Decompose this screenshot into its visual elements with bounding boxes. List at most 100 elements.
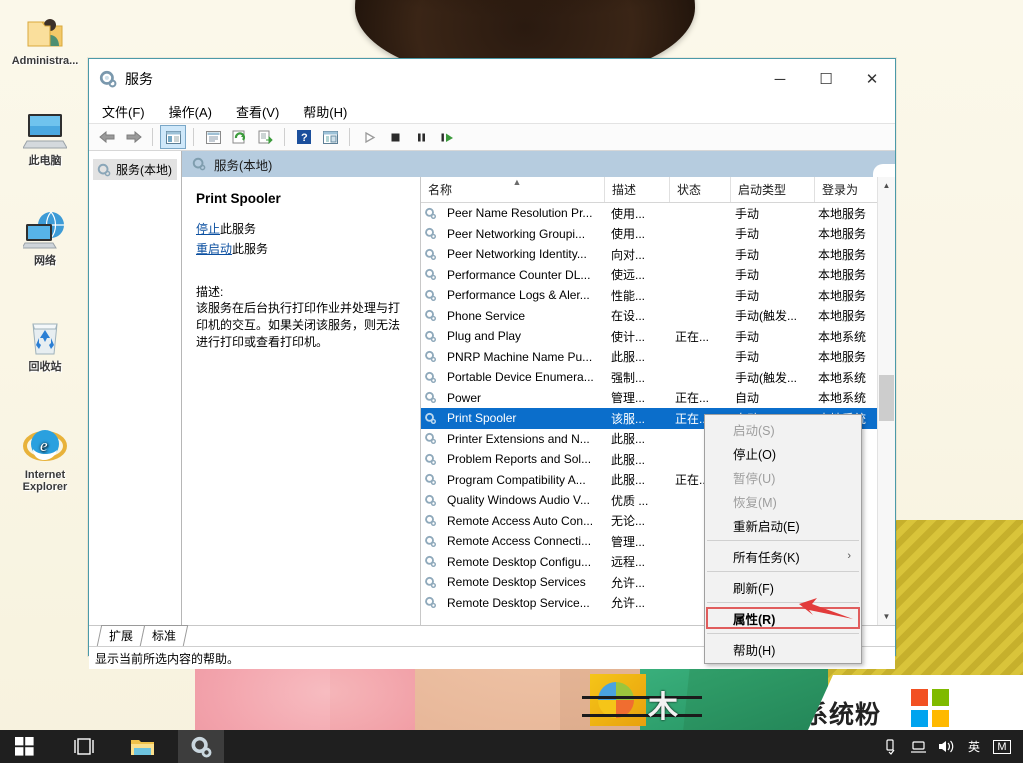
menu-file[interactable]: 文件(F) — [99, 100, 148, 123]
column-header-1[interactable]: 描述 — [605, 177, 670, 202]
context-menu-item: 启动(S) — [705, 417, 861, 441]
table-row[interactable]: Plug and Play 使计... 正在... 手动 本地系统 — [421, 326, 895, 347]
tab-label: 标准 — [152, 629, 177, 643]
show-action-pane-icon[interactable] — [318, 126, 342, 148]
service-description: 使计... — [611, 329, 646, 344]
results-pane-title: 服务(本地) — [214, 158, 273, 173]
table-row[interactable]: PNRP Machine Name Pu... 此服... 手动 本地服务 — [421, 347, 895, 368]
menu-separator — [707, 571, 859, 572]
export-list-icon[interactable] — [253, 126, 277, 148]
show-tree-icon[interactable] — [160, 125, 186, 149]
usb-eject-icon[interactable] — [877, 730, 903, 763]
service-startup-type: 手动 — [735, 227, 760, 242]
menu-action[interactable]: 操作(A) — [166, 100, 215, 123]
volume-icon[interactable] — [933, 730, 959, 763]
close-button[interactable]: ✕ — [849, 59, 895, 99]
desktop-icon-administrator[interactable]: Administra... — [2, 6, 88, 68]
services-gear-icon — [97, 163, 111, 176]
refresh-icon[interactable] — [227, 126, 251, 148]
scroll-thumb[interactable] — [879, 375, 894, 421]
network-icon[interactable] — [905, 730, 931, 763]
service-startup-type: 手动(触发... — [735, 309, 797, 324]
network-globe-icon — [2, 206, 88, 252]
forward-arrow-icon[interactable] — [121, 126, 145, 148]
task-view-button[interactable] — [62, 730, 106, 763]
back-arrow-icon[interactable] — [95, 126, 119, 148]
column-header-2[interactable]: 状态 — [670, 177, 731, 202]
scroll-down-button[interactable]: ▼ — [878, 608, 895, 625]
desktop-icon-network[interactable]: 网络 — [2, 206, 88, 268]
help-icon[interactable]: ? — [292, 126, 316, 148]
list-vertical-scrollbar[interactable]: ▲ ▼ — [877, 177, 895, 625]
desktop-icon-this-pc[interactable]: 此电脑 — [2, 106, 88, 168]
table-row[interactable]: Peer Networking Identity... 向对... 手动 本地服务 — [421, 244, 895, 265]
service-startup-type: 手动 — [735, 206, 760, 221]
sort-ascending-icon: ▲ — [512, 177, 522, 187]
menu-help[interactable]: 帮助(H) — [300, 100, 350, 123]
column-header-0[interactable]: 名称 ▲ — [421, 177, 605, 202]
desktop-icon-internet-explorer[interactable]: e Internet Explorer — [2, 420, 88, 493]
context-menu-item[interactable]: 重新启动(E) — [705, 513, 861, 537]
window-controls: ─ ☐ ✕ — [757, 59, 895, 99]
pause-service-icon[interactable] — [409, 126, 433, 148]
service-description: 允许... — [611, 575, 646, 590]
services-taskbar-button[interactable] — [178, 730, 224, 763]
minimize-button[interactable]: ─ — [757, 59, 803, 99]
properties-icon[interactable] — [201, 126, 225, 148]
service-name: Print Spooler — [447, 411, 517, 426]
window-titlebar: 服务 ─ ☐ ✕ — [89, 59, 895, 99]
desktop-icon-label: 网络 — [34, 255, 56, 267]
context-menu-item[interactable]: 帮助(H) — [705, 637, 861, 661]
service-gear-icon — [425, 310, 437, 322]
wallpaper-studio-stamp: 木菁工作室 — [582, 668, 702, 763]
scroll-up-button[interactable]: ▲ — [878, 177, 895, 194]
service-name: PNRP Machine Name Pu... — [447, 349, 593, 364]
tree-item-services-local[interactable]: 服务(本地) — [93, 159, 177, 180]
table-row[interactable]: Peer Name Resolution Pr... 使用... 手动 本地服务 — [421, 203, 895, 224]
stop-service-link[interactable]: 停止 — [196, 222, 220, 236]
toolbar-separator — [349, 128, 350, 146]
ime-mode-indicator[interactable]: M — [989, 730, 1015, 763]
table-row[interactable]: Phone Service 在设... 手动(触发... 本地服务 — [421, 306, 895, 327]
service-gear-icon — [425, 453, 437, 465]
service-description: 使远... — [611, 268, 646, 283]
ime-language-indicator[interactable]: 英 — [961, 730, 987, 763]
tab-standard[interactable]: 标准 — [139, 625, 189, 646]
service-startup-type: 手动 — [735, 350, 760, 365]
file-explorer-button[interactable] — [120, 730, 164, 763]
desktop-icon-label: Administra... — [11, 55, 79, 67]
service-name: Program Compatibility A... — [447, 472, 586, 487]
service-description: 使用... — [611, 206, 646, 221]
service-name: Plug and Play — [447, 329, 522, 344]
table-row[interactable]: Peer Networking Groupi... 使用... 手动 本地服务 — [421, 224, 895, 245]
window-title: 服务 — [125, 71, 153, 87]
desktop-icon-label: 回收站 — [28, 361, 62, 373]
maximize-button[interactable]: ☐ — [803, 59, 849, 99]
context-menu-item: 恢复(M) — [705, 489, 861, 513]
context-menu-item[interactable]: 停止(O) — [705, 441, 861, 465]
service-name: Remote Desktop Services — [447, 575, 586, 590]
service-description: 无论... — [611, 514, 646, 529]
service-description: 使用... — [611, 227, 646, 242]
service-name: Performance Logs & Aler... — [447, 288, 590, 303]
table-row[interactable]: Power 管理... 正在... 自动 本地系统 — [421, 388, 895, 409]
service-startup-type: 手动 — [735, 329, 760, 344]
folder-icon — [130, 739, 154, 755]
service-name: Remote Desktop Configu... — [447, 554, 592, 569]
restart-service-link[interactable]: 重启动 — [196, 242, 232, 256]
context-menu-item[interactable]: 所有任务(K) › — [705, 544, 861, 568]
start-button[interactable] — [0, 730, 48, 763]
table-row[interactable]: Performance Logs & Aler... 性能... 手动 本地服务 — [421, 285, 895, 306]
column-header-3[interactable]: 启动类型 — [731, 177, 815, 202]
stop-service-suffix: 此服务 — [220, 222, 257, 236]
context-menu-item-label: 属性(R) — [733, 612, 776, 627]
menu-view[interactable]: 查看(V) — [233, 100, 282, 123]
restart-service-icon[interactable] — [435, 126, 459, 148]
desktop-icon-recycle-bin[interactable]: 回收站 — [2, 312, 88, 374]
table-row[interactable]: Performance Counter DL... 使远... 手动 本地服务 — [421, 265, 895, 286]
service-description: 此服... — [611, 473, 646, 488]
start-service-icon[interactable] — [357, 126, 381, 148]
table-row[interactable]: Portable Device Enumera... 强制... 手动(触发... 本… — [421, 367, 895, 388]
tab-extended[interactable]: 扩展 — [96, 625, 146, 646]
stop-service-icon[interactable] — [383, 126, 407, 148]
